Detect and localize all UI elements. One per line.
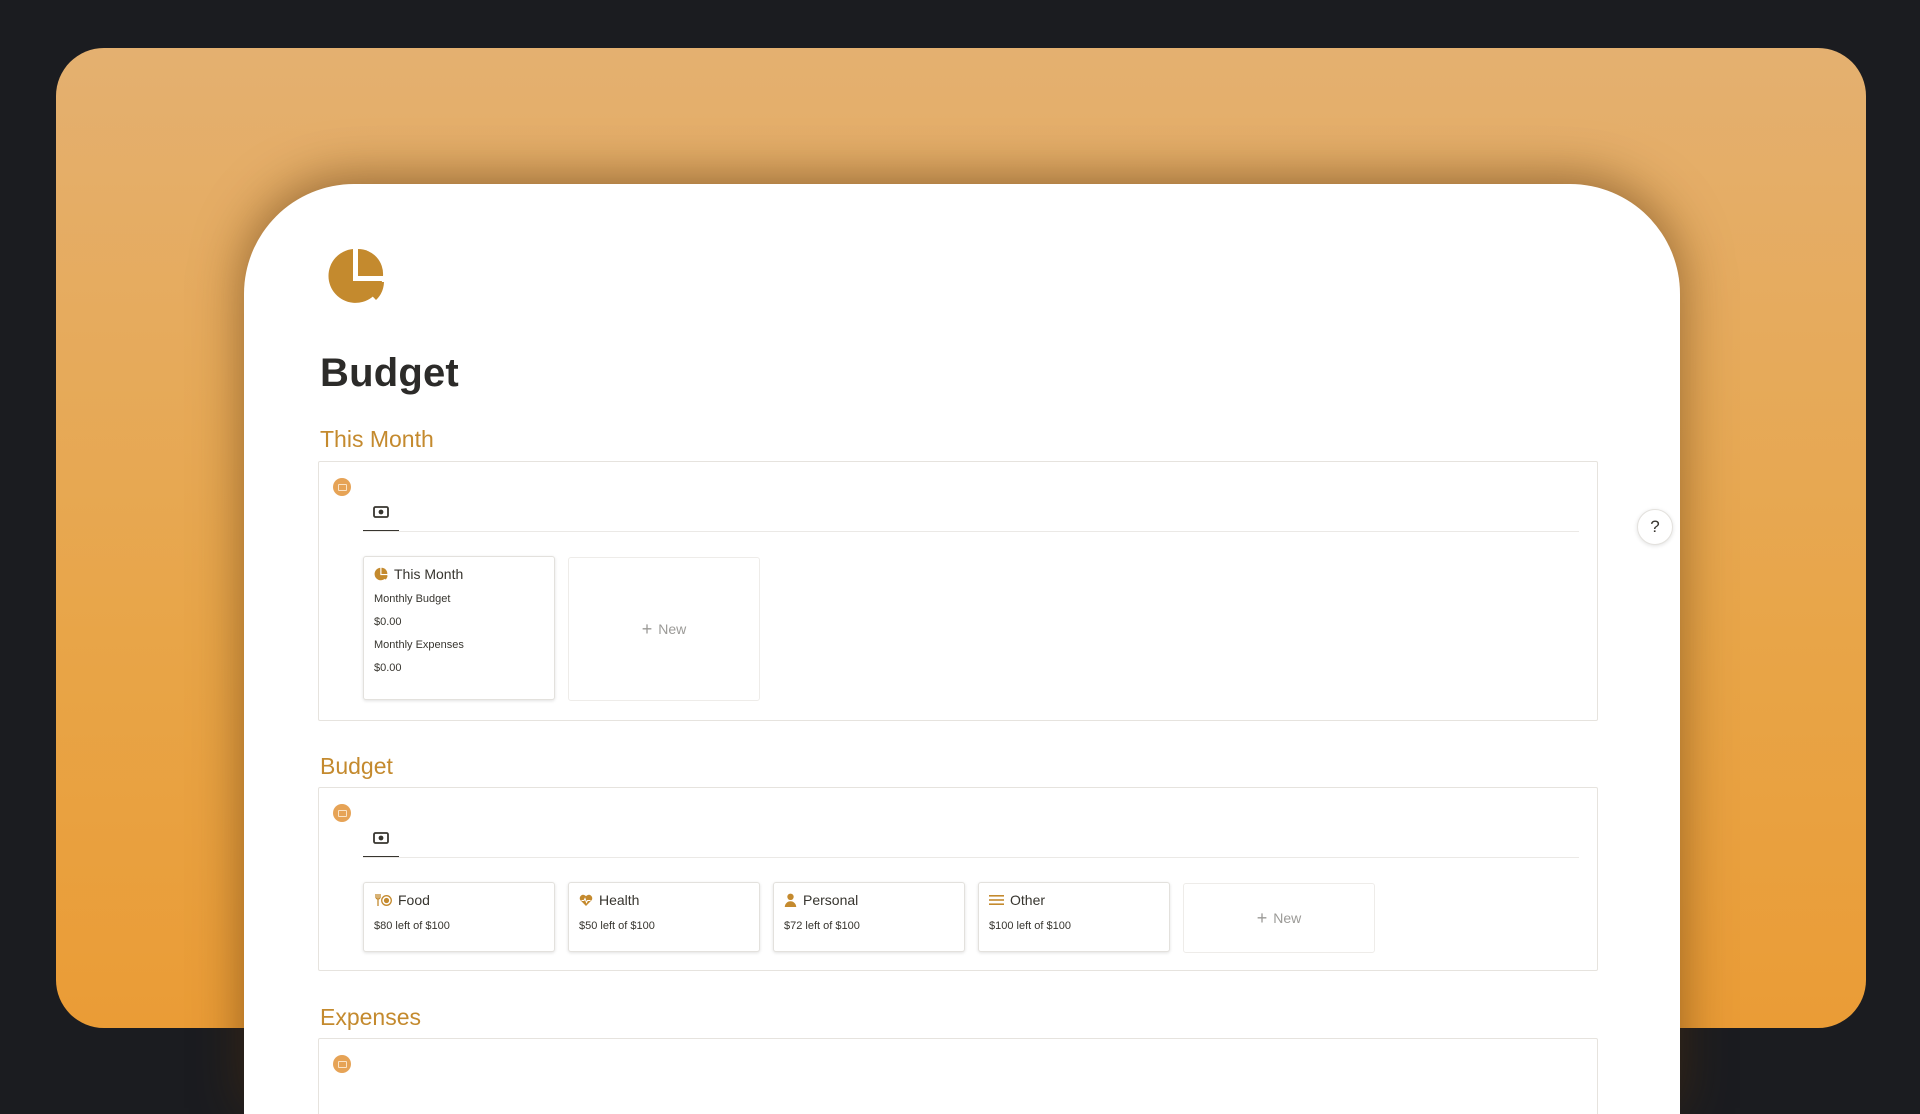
- card-title-text: This Month: [394, 566, 464, 582]
- menu-icon: [989, 895, 1004, 905]
- section-heading-this-month[interactable]: This Month: [320, 426, 434, 453]
- budget-remaining: $100 left of $100: [989, 920, 1071, 932]
- view-tab-divider: [363, 857, 1579, 858]
- new-card-button[interactable]: + New: [568, 557, 760, 701]
- new-card-label: New: [1273, 910, 1302, 926]
- help-label: ?: [1650, 517, 1660, 536]
- card-title: Personal: [774, 883, 964, 908]
- view-tab-money[interactable]: [363, 830, 399, 858]
- view-tab-divider: [363, 531, 1579, 532]
- page-canvas: Budget This Month This Month Monthly Bud…: [244, 184, 1680, 1114]
- help-button[interactable]: ?: [1637, 509, 1673, 545]
- card-title-text: Health: [599, 892, 640, 908]
- view-tab-money[interactable]: [363, 504, 399, 532]
- budget-card-other[interactable]: Other $100 left of $100: [978, 882, 1170, 952]
- person-icon: [784, 893, 797, 907]
- monthly-expenses-value: $0.00: [374, 662, 402, 674]
- pie-chart-icon: [374, 567, 388, 581]
- budget-card-health[interactable]: Health $50 left of $100: [568, 882, 760, 952]
- budget-database: Food $80 left of $100 Health $50 left of…: [318, 787, 1598, 971]
- database-icon[interactable]: [333, 804, 351, 822]
- monthly-budget-label: Monthly Budget: [374, 593, 451, 605]
- money-icon: [373, 506, 389, 518]
- card-title-text: Personal: [803, 892, 859, 908]
- section-heading-expenses[interactable]: Expenses: [320, 1004, 421, 1031]
- pie-chart-icon[interactable]: [326, 246, 386, 306]
- card-title: Food: [364, 883, 554, 908]
- food-icon: [375, 894, 392, 906]
- budget-remaining: $72 left of $100: [784, 920, 860, 932]
- plus-icon: +: [641, 619, 653, 639]
- page-title: Budget: [320, 351, 459, 395]
- card-title-text: Other: [1010, 892, 1046, 908]
- monthly-expenses-label: Monthly Expenses: [374, 639, 464, 651]
- budget-remaining: $50 left of $100: [579, 920, 655, 932]
- heart-icon: [579, 894, 593, 906]
- card-title: Health: [569, 883, 759, 908]
- card-title: Other: [979, 883, 1169, 908]
- budget-card-personal[interactable]: Personal $72 left of $100: [773, 882, 965, 952]
- this-month-card[interactable]: This Month Monthly Budget $0.00 Monthly …: [363, 556, 555, 700]
- card-title: This Month: [364, 557, 554, 582]
- section-heading-budget[interactable]: Budget: [320, 753, 393, 780]
- card-title-text: Food: [398, 892, 430, 908]
- budget-remaining: $80 left of $100: [374, 920, 450, 932]
- database-icon[interactable]: [333, 1055, 351, 1073]
- new-card-button[interactable]: + New: [1183, 883, 1375, 953]
- this-month-database: This Month Monthly Budget $0.00 Monthly …: [318, 461, 1598, 721]
- plus-icon: +: [1256, 908, 1268, 928]
- expenses-database: [318, 1038, 1598, 1114]
- monthly-budget-value: $0.00: [374, 616, 402, 628]
- money-icon: [373, 832, 389, 844]
- budget-card-food[interactable]: Food $80 left of $100: [363, 882, 555, 952]
- new-card-label: New: [658, 621, 687, 637]
- database-icon[interactable]: [333, 478, 351, 496]
